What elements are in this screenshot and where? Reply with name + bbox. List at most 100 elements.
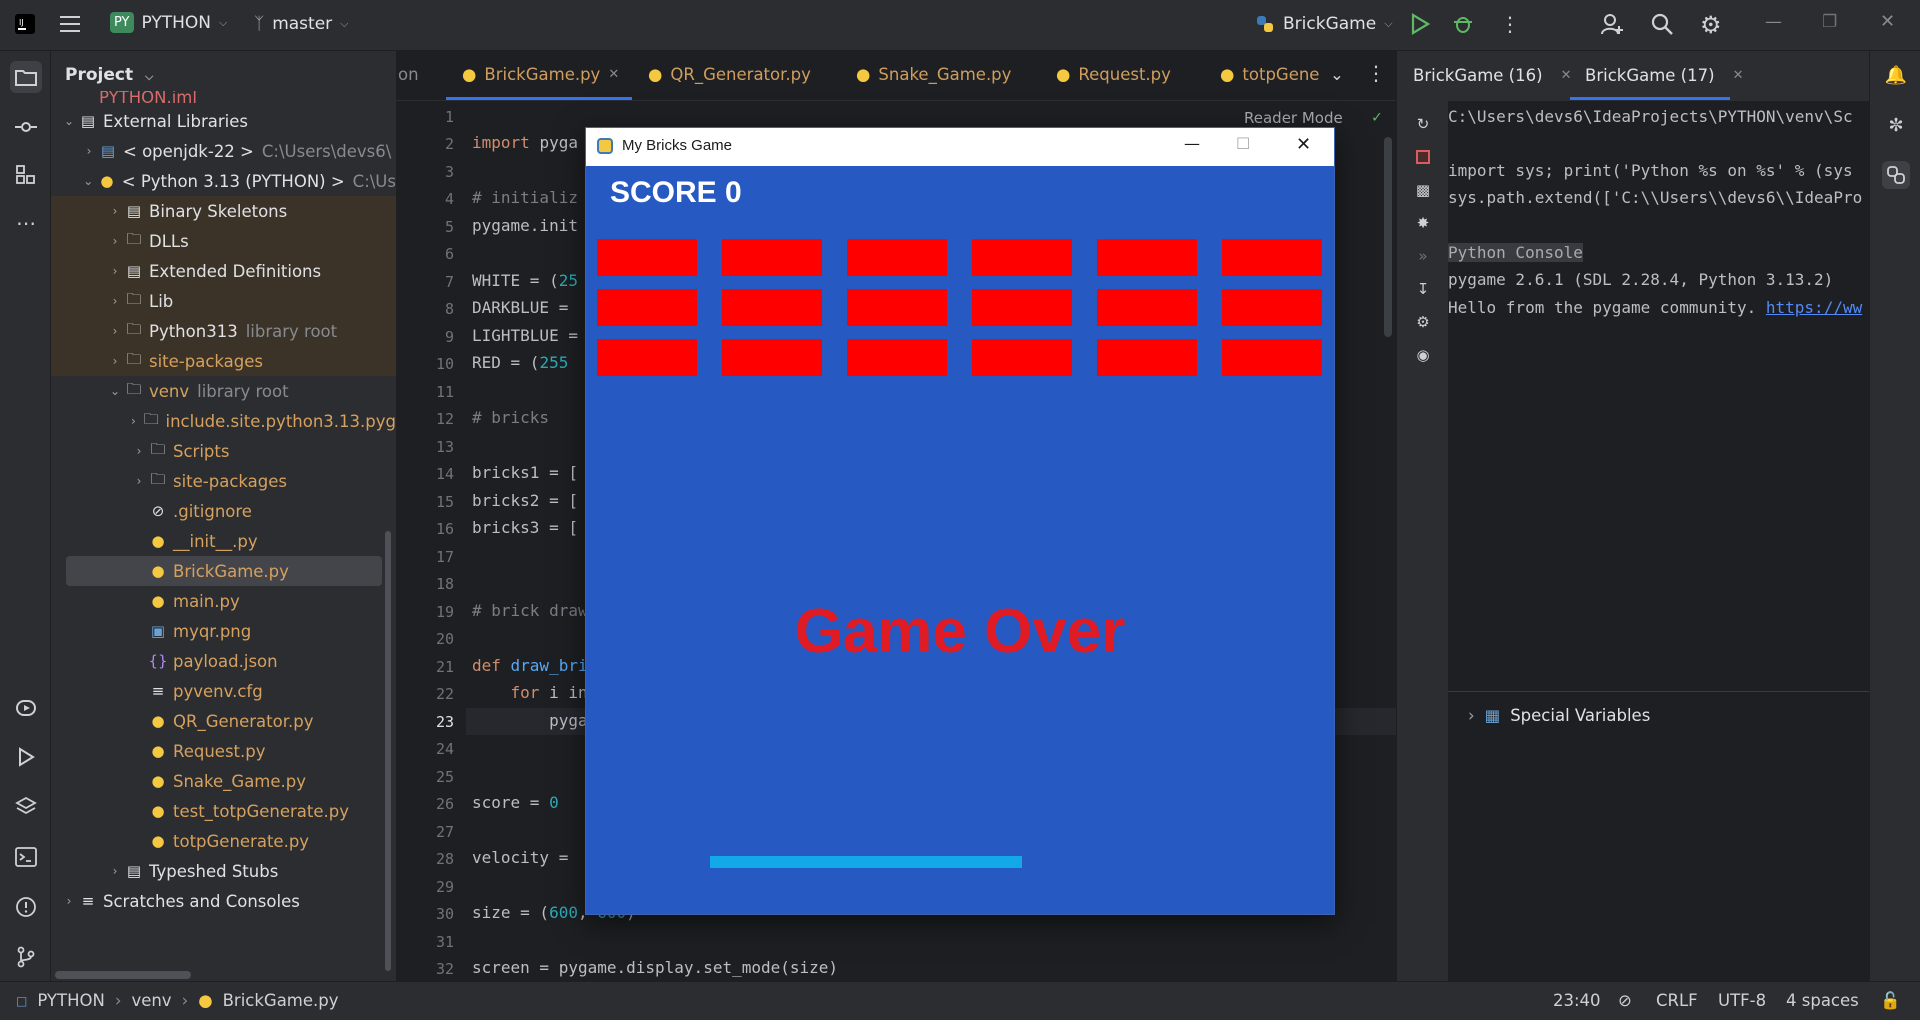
- project-selector[interactable]: PY PYTHON ⌵: [110, 12, 227, 33]
- chevron-right-icon[interactable]: ›: [107, 264, 123, 278]
- console-icon[interactable]: ▩: [1412, 179, 1434, 201]
- console-output[interactable]: C:\Users\devs6\IdeaProjects\PYTHON\venv\…: [1448, 101, 1870, 661]
- chevron-down-icon[interactable]: ⌄: [1330, 65, 1344, 84]
- tab-request[interactable]: ● Request.py: [1056, 65, 1171, 84]
- horizontal-scrollbar[interactable]: [55, 971, 191, 979]
- tree-item[interactable]: › 🗀 DLLs: [51, 226, 396, 256]
- chevron-right-icon[interactable]: ›: [131, 474, 147, 488]
- debug-icon[interactable]: ✸: [1412, 212, 1434, 234]
- chevron-right-icon[interactable]: ›: [131, 444, 147, 458]
- minimize-icon[interactable]: —: [1184, 134, 1200, 153]
- project-panel-header[interactable]: Project ⌵: [65, 65, 153, 85]
- tree-item[interactable]: ● totpGenerate.py: [51, 826, 396, 856]
- stop-icon[interactable]: [1412, 146, 1434, 168]
- main-menu-icon[interactable]: [60, 14, 82, 34]
- tab-qr-generator[interactable]: ● QR_Generator.py: [648, 65, 811, 84]
- line-ending[interactable]: CRLF: [1656, 991, 1698, 1010]
- tree-item[interactable]: ≡ pyvenv.cfg: [51, 676, 396, 706]
- branch-selector[interactable]: ᛉ master ⌵: [254, 14, 349, 34]
- chevron-right-icon[interactable]: ›: [107, 294, 123, 308]
- python-console-icon[interactable]: [1882, 161, 1910, 189]
- tab-totpgenerate[interactable]: ● totpGene: [1220, 65, 1319, 84]
- tree-item[interactable]: ● test_totpGenerate.py: [51, 796, 396, 826]
- run-config-selector[interactable]: BrickGame ⌵: [1255, 14, 1393, 34]
- settings-gear-icon[interactable]: ⚙: [1412, 311, 1434, 333]
- chevron-right-icon[interactable]: ›: [107, 354, 123, 368]
- chevron-right-icon[interactable]: ›: [107, 234, 123, 248]
- structure-icon[interactable]: [10, 159, 42, 191]
- git-icon[interactable]: [10, 941, 42, 973]
- pygame-window[interactable]: My Bricks Game — ☐ ✕ SCORE 0 Game Over: [585, 127, 1335, 915]
- tree-item[interactable]: ⊘ .gitignore: [51, 496, 396, 526]
- maximize-icon[interactable]: ☐: [1236, 134, 1250, 153]
- close-icon[interactable]: ✕: [1880, 11, 1895, 32]
- tree-item[interactable]: ⌄ ● < Python 3.13 (PYTHON) > C:\Us: [51, 166, 396, 196]
- chevron-right-icon[interactable]: ›: [107, 204, 123, 218]
- encoding[interactable]: UTF-8: [1718, 991, 1766, 1010]
- tab-snake-game[interactable]: ● Snake_Game.py: [856, 65, 1011, 84]
- tree-item[interactable]: ⌄ 🗀 venv library root: [51, 376, 396, 406]
- search-icon[interactable]: [1650, 12, 1674, 36]
- tree-item[interactable]: › 🗀 include.site.python3.13.pyg: [51, 406, 396, 436]
- special-variables-node[interactable]: › ▦ Special Variables: [1468, 706, 1650, 725]
- more-tabs-icon[interactable]: ⋮: [1366, 61, 1386, 85]
- tree-item[interactable]: ▣ myqr.png: [51, 616, 396, 646]
- tab-brickgame-16[interactable]: BrickGame (16) ✕: [1413, 66, 1571, 85]
- tree-item[interactable]: › 🗀 Lib: [51, 286, 396, 316]
- history-icon[interactable]: »: [1412, 245, 1434, 267]
- rerun-icon[interactable]: ↻: [1412, 113, 1434, 135]
- tree-item[interactable]: › 🗀 Scripts: [51, 436, 396, 466]
- caret-position[interactable]: 23:40: [1553, 991, 1601, 1010]
- tab-clipped[interactable]: on: [398, 65, 419, 84]
- terminal-icon[interactable]: [10, 841, 42, 873]
- tree-item[interactable]: › 🗀 Python313 library root: [51, 316, 396, 346]
- tree-item[interactable]: ● QR_Generator.py: [51, 706, 396, 736]
- pygame-window-titlebar[interactable]: My Bricks Game — ☐ ✕: [586, 128, 1334, 166]
- tree-item-external-libraries[interactable]: ⌄ ▤ External Libraries: [51, 106, 396, 136]
- tab-brickgame[interactable]: ● BrickGame.py ✕: [462, 65, 619, 84]
- debug-icon[interactable]: [1452, 13, 1474, 35]
- tree-item[interactable]: › ▤ Binary Skeletons: [51, 196, 396, 226]
- add-user-icon[interactable]: [1600, 12, 1624, 36]
- tree-item[interactable]: ● main.py: [51, 586, 396, 616]
- chevron-right-icon[interactable]: ›: [107, 864, 123, 878]
- tree-item[interactable]: › ▤ Typeshed Stubs: [51, 856, 396, 886]
- tree-item[interactable]: › 🗀 site-packages: [51, 346, 396, 376]
- editor-scrollbar[interactable]: [1384, 137, 1392, 337]
- close-icon[interactable]: ✕: [1733, 68, 1744, 83]
- tree-item[interactable]: ● Snake_Game.py: [51, 766, 396, 796]
- close-icon[interactable]: ✕: [608, 67, 619, 82]
- commit-icon[interactable]: [10, 111, 42, 143]
- lock-icon[interactable]: 🔓: [1880, 991, 1901, 1011]
- chevron-right-icon[interactable]: ›: [81, 144, 97, 158]
- more-actions-icon[interactable]: ⋮: [1500, 12, 1520, 36]
- minimize-icon[interactable]: —: [1765, 12, 1782, 32]
- breadcrumb-item[interactable]: venv: [131, 991, 171, 1010]
- chevron-right-icon[interactable]: ›: [1468, 706, 1475, 725]
- run-tool-icon[interactable]: [10, 741, 42, 773]
- chevron-right-icon[interactable]: ›: [61, 894, 77, 908]
- chevron-right-icon[interactable]: ›: [126, 414, 141, 428]
- reader-mode-button[interactable]: Reader Mode: [1244, 109, 1343, 127]
- tree-item[interactable]: › ▤ Extended Definitions: [51, 256, 396, 286]
- breadcrumb-item[interactable]: BrickGame.py: [223, 991, 339, 1010]
- tree-item[interactable]: ● Request.py: [51, 736, 396, 766]
- layers-icon[interactable]: [10, 791, 42, 823]
- tree-item[interactable]: › ≡ Scratches and Consoles: [51, 886, 396, 916]
- breadcrumb-item[interactable]: PYTHON: [37, 991, 104, 1010]
- project-folder-icon[interactable]: [10, 61, 42, 93]
- tree-item[interactable]: › 🗀 site-packages: [51, 466, 396, 496]
- close-icon[interactable]: ✕: [1561, 68, 1572, 83]
- indent-setting[interactable]: 4 spaces: [1786, 991, 1859, 1010]
- close-icon[interactable]: ✕: [1296, 134, 1311, 155]
- more-tools-icon[interactable]: ⋯: [10, 207, 42, 239]
- chevron-down-icon[interactable]: ⌄: [61, 114, 77, 128]
- run-icon[interactable]: [1410, 13, 1430, 35]
- tab-brickgame-17[interactable]: BrickGame (17) ✕: [1585, 66, 1743, 85]
- tree-item[interactable]: {} payload.json: [51, 646, 396, 676]
- game-canvas[interactable]: SCORE 0 Game Over: [586, 166, 1334, 914]
- console-link[interactable]: https://ww: [1766, 298, 1862, 317]
- chevron-down-icon[interactable]: ⌄: [80, 174, 96, 188]
- restore-icon[interactable]: ❐: [1822, 12, 1837, 32]
- vertical-scrollbar[interactable]: [385, 531, 391, 971]
